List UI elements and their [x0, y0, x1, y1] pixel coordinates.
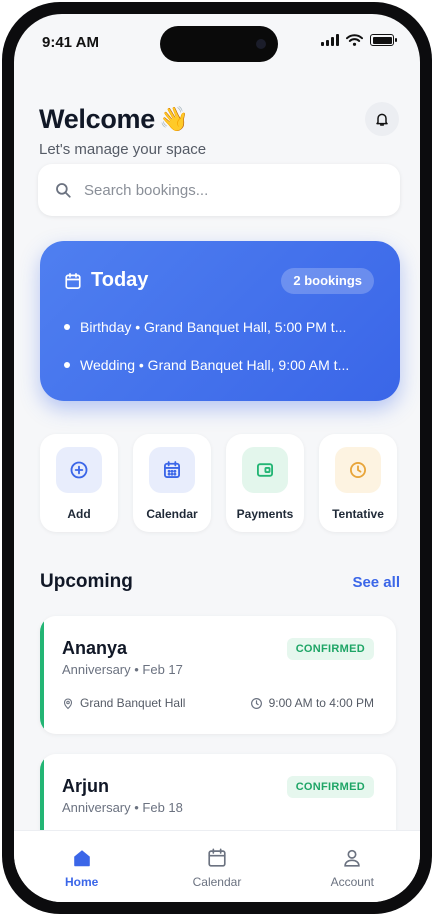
upcoming-header: Upcoming See all	[40, 571, 400, 593]
booking-time: 9:00 AM to 4:00 PM	[250, 696, 374, 710]
payments-label: Payments	[236, 507, 294, 521]
page-subtitle: Let's manage your space	[39, 141, 207, 158]
home-icon	[73, 850, 90, 867]
calendar-label: Calendar	[146, 507, 198, 521]
today-booking-item[interactable]: Wedding • Grand Banquet Hall, 9:00 AM t.…	[64, 357, 374, 373]
tab-home-label: Home	[64, 875, 99, 889]
bookings-count-badge: 2 bookings	[281, 268, 374, 294]
status-badge: CONFIRMED	[286, 638, 374, 660]
clock-icon	[250, 697, 262, 709]
user-icon	[344, 849, 361, 867]
app-screen: 9:41 AM Welcome 👋 Let's manage your spac…	[14, 14, 420, 902]
page-title: Welcome 👋	[39, 104, 206, 135]
status-badge: CONFIRMED	[286, 776, 374, 798]
header: Welcome 👋 Let's manage your space	[39, 104, 206, 158]
phone-frame: 9:41 AM Welcome 👋 Let's manage your spac…	[2, 2, 432, 914]
bullet-icon	[64, 324, 70, 330]
search-icon	[56, 183, 71, 198]
tentative-button[interactable]: Tentative	[319, 434, 397, 532]
booking-venue: Grand Banquet Hall	[62, 696, 185, 710]
status-time: 9:41 AM	[42, 34, 99, 51]
today-heading: Today	[64, 269, 148, 292]
camera-icon	[256, 39, 266, 49]
payments-button[interactable]: Payments	[226, 434, 304, 532]
signal-icon	[321, 34, 339, 46]
payments-icon-tile	[242, 447, 288, 493]
tentative-label: Tentative	[332, 507, 384, 521]
welcome-text: Welcome	[39, 104, 155, 134]
venue-text: Grand Banquet Hall	[80, 696, 186, 710]
calendar-icon	[208, 848, 226, 867]
booking-meta: Anniversary • Feb 18	[62, 800, 183, 815]
wallet-icon	[257, 463, 273, 477]
notifications-button[interactable]	[365, 102, 399, 136]
calendar-icon	[164, 461, 180, 478]
today-card[interactable]: Today 2 bookings Birthday • Grand Banque…	[40, 241, 400, 401]
tab-home[interactable]: Home	[42, 847, 122, 889]
calendar-icon-tile	[149, 447, 195, 493]
search-bar[interactable]	[38, 164, 400, 216]
tab-account-label: Account	[330, 875, 374, 889]
tentative-icon-tile	[335, 447, 381, 493]
add-label: Add	[67, 507, 91, 521]
calendar-button[interactable]: Calendar	[133, 434, 211, 532]
tab-calendar-label: Calendar	[192, 875, 242, 889]
booking-name: Arjun	[62, 776, 109, 796]
today-booking-text: Wedding • Grand Banquet Hall, 9:00 AM t.…	[80, 357, 350, 373]
bullet-icon	[64, 362, 70, 368]
today-bookings-list: Birthday • Grand Banquet Hall, 5:00 PM t…	[64, 319, 374, 395]
clock-icon	[350, 462, 366, 478]
add-icon-tile	[56, 447, 102, 493]
tab-calendar[interactable]: Calendar	[177, 847, 257, 889]
upcoming-title: Upcoming	[40, 571, 133, 592]
see-all-link[interactable]: See all	[352, 574, 400, 591]
booking-card[interactable]: Ananya Anniversary • Feb 17 CONFIRMED Gr…	[40, 616, 396, 734]
tab-bar: Home Calendar Account	[14, 830, 420, 902]
dynamic-island	[160, 26, 278, 62]
battery-icon	[370, 34, 397, 46]
wifi-icon	[346, 34, 363, 46]
today-booking-text: Birthday • Grand Banquet Hall, 5:00 PM t…	[80, 319, 347, 335]
time-text: 9:00 AM to 4:00 PM	[268, 696, 374, 710]
booking-name: Ananya	[62, 638, 128, 658]
add-button[interactable]: Add	[40, 434, 118, 532]
quick-actions: Add Calendar Payments Tentative	[40, 434, 397, 532]
bell-icon	[376, 113, 388, 126]
status-icons	[321, 34, 397, 46]
calendar-icon	[65, 272, 81, 289]
plus-circle-icon	[70, 461, 88, 479]
today-title: Today	[91, 269, 149, 291]
tab-account[interactable]: Account	[312, 847, 392, 889]
status-bar: 9:41 AM	[14, 14, 420, 66]
waving-hand-icon: 👋	[158, 106, 189, 133]
booking-meta: Anniversary • Feb 17	[62, 662, 183, 677]
today-booking-item[interactable]: Birthday • Grand Banquet Hall, 5:00 PM t…	[64, 319, 374, 335]
search-input[interactable]	[84, 181, 364, 199]
location-pin-icon	[63, 697, 73, 709]
